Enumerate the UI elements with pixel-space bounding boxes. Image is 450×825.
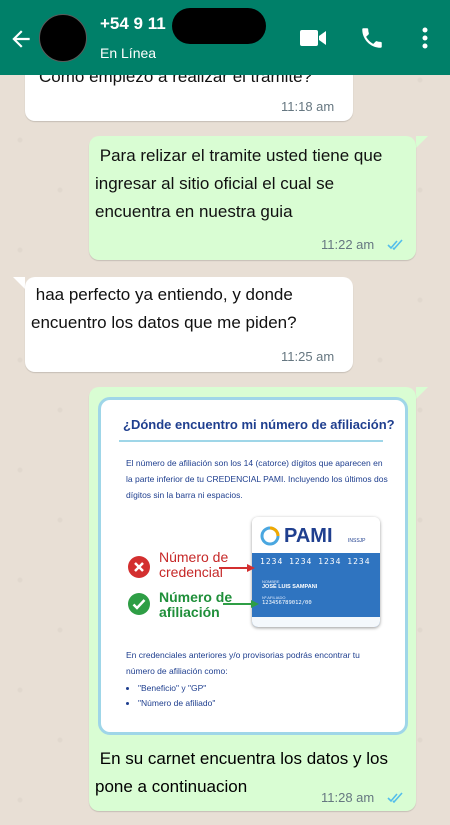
affiliate-number: 123456789012/00: [262, 600, 312, 606]
image-title: ¿Dónde encuentro mi número de afiliación…: [123, 417, 395, 432]
read-receipt-icon: [387, 239, 403, 251]
x-mark-icon: [128, 556, 150, 578]
more-options-icon[interactable]: [415, 25, 435, 51]
credential-body: 1234 1234 1234 1234 NOMBRE JOSÉ LUIS SAM…: [252, 553, 380, 627]
credential-header: PAMI INSSJP: [252, 517, 380, 553]
avatar[interactable]: [39, 14, 87, 62]
message-text: haa perfecto ya entiendo, y donde encuen…: [31, 285, 298, 332]
image-paragraph: El número de afiliación son los 14 (cato…: [126, 458, 388, 500]
contact-status: En Línea: [100, 45, 157, 61]
message-time: 11:22 am: [321, 237, 375, 252]
pami-logo-icon: [260, 526, 280, 546]
pami-credential-illustration: PAMI INSSJP 1234 1234 1234 1234 NOMBRE J…: [252, 517, 380, 627]
pami-sub-text: INSSJP: [348, 538, 366, 544]
bubble-tail: [416, 136, 428, 148]
image-paragraph: En credenciales anteriores y/o provisori…: [126, 650, 360, 676]
pami-info-image[interactable]: ¿Dónde encuentro mi número de afiliación…: [98, 397, 408, 735]
bubble-tail: [416, 387, 428, 399]
credential-number: 1234 1234 1234 1234: [260, 557, 371, 566]
check-mark-icon: [128, 593, 150, 615]
phone-call-icon[interactable]: [359, 25, 385, 51]
pami-logo-text: PAMI: [284, 525, 333, 547]
red-arrow-icon: [219, 564, 255, 572]
video-call-icon[interactable]: [299, 27, 327, 49]
holder-name: JOSÉ LUIS SAMPANI: [262, 584, 318, 590]
back-arrow-icon[interactable]: [8, 26, 34, 52]
read-receipt-icon: [387, 792, 403, 804]
list-item: "Número de afiliado": [138, 696, 215, 711]
green-arrow-icon: [223, 600, 259, 608]
message-text: Para relizar el tramite usted tiene que …: [95, 146, 388, 221]
redaction-mark: [172, 8, 266, 44]
message-incoming[interactable]: haa perfecto ya entiendo, y donde encuen…: [25, 277, 353, 372]
list-item: "Beneficio" y "GP": [138, 681, 215, 696]
contact-name[interactable]: +54 9 11: [100, 14, 166, 34]
message-outgoing[interactable]: Para relizar el tramite usted tiene que …: [89, 136, 416, 260]
divider: [119, 440, 383, 442]
message-time: 11:25 am: [281, 349, 335, 364]
image-list: "Beneficio" y "GP" "Número de afiliado": [126, 681, 215, 711]
credential-stripe: [252, 617, 380, 627]
message-time: 11:28 am: [321, 790, 375, 805]
message-time: 11:18 am: [281, 99, 335, 114]
bubble-tail: [13, 277, 25, 289]
chat-header: +54 9 11 En Línea: [0, 0, 450, 75]
